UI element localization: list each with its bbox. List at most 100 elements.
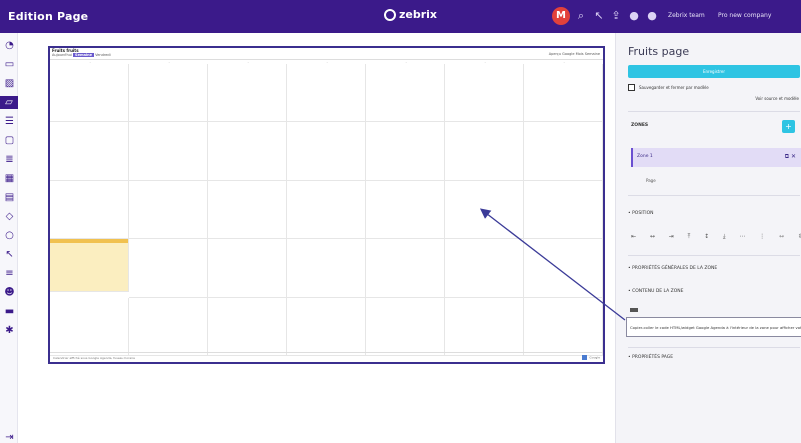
- panel-title: Fruits page: [628, 45, 690, 58]
- list-icon[interactable]: ≣: [3, 153, 16, 166]
- view-preview[interactable]: Aperçu: [549, 52, 561, 56]
- calendar-cell[interactable]: [129, 122, 208, 181]
- doc-icon[interactable]: ▤: [3, 191, 16, 204]
- section-page-props[interactable]: • PROPRIÉTÉS PAGE: [628, 355, 673, 360]
- app-root: Edition Page zebrix M ⌕ ↖ ⇪ ● ● Zebrix t…: [0, 0, 801, 443]
- folder-icon[interactable]: ▱: [0, 96, 18, 109]
- zone-actions-icon[interactable]: ⧉ ✕: [785, 153, 796, 161]
- section-zone-content[interactable]: • CONTENU DE LA ZONE: [628, 289, 684, 294]
- company-link[interactable]: Pro new company: [718, 12, 771, 19]
- source-link[interactable]: Voir source et modèle: [755, 96, 799, 101]
- align-middle-icon[interactable]: ↕: [704, 233, 709, 241]
- zebrix-logo[interactable]: zebrix: [384, 8, 437, 21]
- dashboard-icon[interactable]: ◔: [3, 39, 16, 52]
- align-bottom-icon[interactable]: ⤓: [723, 233, 726, 241]
- avatar[interactable]: M: [552, 7, 570, 25]
- nav-week[interactable]: Semaine: [73, 53, 95, 57]
- calendar-icon[interactable]: ▦: [3, 172, 16, 185]
- align-center-icon[interactable]: ↔: [650, 233, 655, 241]
- user-icon[interactable]: ●: [627, 9, 641, 22]
- calendar-cell[interactable]: [445, 64, 524, 123]
- calendar-cell[interactable]: [524, 180, 603, 240]
- zone-sub-item[interactable]: Page: [646, 178, 656, 183]
- page-title: Edition Page: [8, 10, 89, 23]
- view-month[interactable]: Mois: [576, 52, 584, 56]
- calendar-cell[interactable]: [445, 122, 524, 181]
- calendar-cell[interactable]: [129, 297, 208, 356]
- calendar-cell[interactable]: [445, 239, 524, 298]
- section-zone-props[interactable]: • PROPRIÉTÉS GÉNÉRALES DE LA ZONE: [628, 266, 717, 271]
- calendar-cell[interactable]: [524, 297, 603, 356]
- settings-icon[interactable]: ✱: [3, 324, 16, 337]
- save-checkbox-row[interactable]: Sauvegarder et fermer par modèle: [628, 84, 709, 91]
- view-week[interactable]: Semaine: [585, 52, 600, 56]
- zone-row-label: Zone 1: [637, 154, 653, 159]
- calendar-cell[interactable]: [129, 180, 208, 240]
- google-icon: [582, 355, 588, 360]
- nav-today[interactable]: Aujourd'hui: [52, 53, 72, 57]
- fullwidth-icon[interactable]: ⇿: [779, 233, 784, 241]
- tag-icon[interactable]: ◇: [3, 210, 16, 223]
- team-link[interactable]: Zebrix team: [668, 12, 705, 19]
- calendar-cell[interactable]: [50, 122, 129, 181]
- calendar-cell[interactable]: [287, 64, 366, 123]
- calendar-cell[interactable]: [524, 64, 603, 123]
- calendar-cell[interactable]: [524, 239, 603, 298]
- calendar-grid: – – – – – – –: [50, 60, 603, 356]
- calendar-cell[interactable]: [287, 239, 366, 298]
- distribute-h-icon[interactable]: ⋯: [739, 233, 745, 241]
- screens-icon[interactable]: ▬: [3, 305, 16, 318]
- frame-footer: Calendrier affiché sous Google Agenda, f…: [50, 352, 603, 362]
- nav-day[interactable]: Vendredi: [95, 53, 110, 57]
- calendar-cell[interactable]: [208, 297, 287, 356]
- calendar-cell[interactable]: [445, 297, 524, 356]
- logout-icon[interactable]: ⇥: [3, 431, 16, 443]
- save-button[interactable]: Enregistrer: [628, 65, 800, 78]
- pointer-icon[interactable]: ↖: [592, 9, 606, 22]
- search-icon[interactable]: ⌕: [574, 9, 588, 23]
- calendar-cell[interactable]: [366, 180, 445, 240]
- calendar-cell[interactable]: [208, 122, 287, 181]
- image-icon[interactable]: ▨: [3, 77, 16, 90]
- calendar-cell[interactable]: [129, 64, 208, 123]
- add-zone-button[interactable]: +: [782, 120, 795, 133]
- save-checkbox-label: Sauvegarder et fermer par modèle: [639, 85, 709, 90]
- calendar-cell[interactable]: [287, 297, 366, 356]
- align-top-icon[interactable]: ⤒: [688, 233, 691, 241]
- calendar-cell[interactable]: [366, 239, 445, 298]
- html-widget-icon[interactable]: [630, 308, 638, 312]
- calendar-cell[interactable]: [50, 64, 129, 123]
- page-frame[interactable]: Fruits fruits Aujourd'hui Semaine Vendre…: [48, 46, 605, 364]
- calendar-cell[interactable]: [287, 180, 366, 240]
- calendar-cell[interactable]: [50, 239, 129, 292]
- calendar-cell[interactable]: [366, 297, 445, 356]
- save-checkbox[interactable]: [628, 84, 635, 91]
- calendar-cell[interactable]: [50, 297, 129, 356]
- align-right-icon[interactable]: ⇥: [669, 233, 674, 241]
- section-position[interactable]: • POSITION: [628, 211, 654, 216]
- playlist-icon[interactable]: ☰: [3, 115, 16, 128]
- window-icon[interactable]: ▢: [3, 134, 16, 147]
- screen-icon[interactable]: ▭: [3, 58, 16, 71]
- wand-icon[interactable]: ↖: [3, 248, 16, 261]
- user-icon-2[interactable]: ●: [645, 9, 659, 22]
- calendar-cell[interactable]: [208, 180, 287, 240]
- view-google[interactable]: Google: [562, 52, 574, 56]
- distribute-v-icon[interactable]: ⋮: [759, 233, 765, 241]
- stack-icon[interactable]: ≡: [3, 267, 16, 280]
- calendar-cell[interactable]: [287, 122, 366, 181]
- users-icon[interactable]: ☻: [3, 286, 16, 299]
- calendar-cell[interactable]: [366, 122, 445, 181]
- share-icon[interactable]: ⇪: [609, 9, 623, 22]
- zone-row[interactable]: Zone 1 ⧉ ✕: [631, 148, 801, 167]
- divider: [628, 195, 800, 196]
- calendar-cell[interactable]: [50, 180, 129, 240]
- circle-icon[interactable]: ○: [3, 229, 16, 242]
- calendar-cell[interactable]: [445, 180, 524, 240]
- calendar-cell[interactable]: [208, 64, 287, 123]
- calendar-cell[interactable]: [524, 122, 603, 181]
- calendar-cell[interactable]: [366, 64, 445, 123]
- calendar-cell[interactable]: [208, 239, 287, 298]
- calendar-cell[interactable]: [129, 239, 208, 298]
- align-left-icon[interactable]: ⇤: [631, 233, 636, 241]
